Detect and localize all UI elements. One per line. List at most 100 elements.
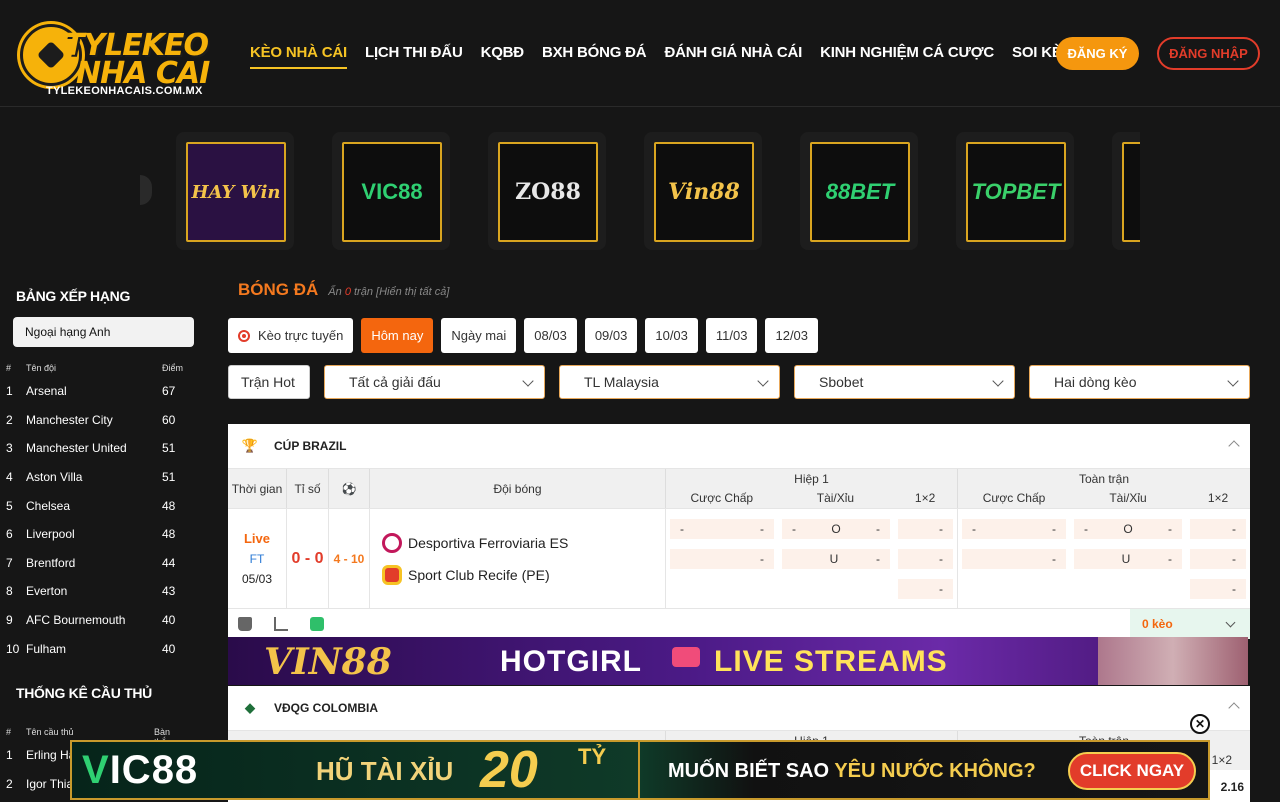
odds-cell[interactable]: U-: [782, 548, 890, 569]
carousel-item-88bet[interactable]: 88BET: [800, 132, 918, 250]
playstation-icon: ⚽: [329, 469, 370, 508]
tab-1003[interactable]: 10/03: [645, 318, 698, 353]
odds-cell[interactable]: --: [962, 518, 1066, 539]
odds-cell[interactable]: -O-: [1074, 518, 1182, 539]
row-points: 48: [162, 527, 176, 542]
home-team[interactable]: Desportiva Ferroviaria ES: [382, 532, 665, 553]
live-status: Live: [243, 531, 270, 546]
tab-tomorrow[interactable]: Ngày mai: [441, 318, 517, 353]
match-row[interactable]: Live FT 05/03 0 - 0 4 - 10 Desportiva Fe…: [228, 508, 1250, 608]
row-team: AFC Bournemouth: [26, 613, 126, 628]
league-header[interactable]: ◆ VĐQG COLOMBIA: [228, 686, 1250, 730]
tab-live[interactable]: Kèo trực tuyến: [228, 318, 354, 353]
video-camera-icon: [672, 647, 700, 667]
standings-row[interactable]: 1 Arsenal 67: [0, 377, 210, 406]
odds-half: --- -O-U- ---: [666, 509, 958, 608]
carousel-item-partial[interactable]: [1112, 132, 1140, 250]
tab-0903[interactable]: 09/03: [584, 318, 638, 353]
match-time: Live FT 05/03: [228, 509, 287, 608]
league-select[interactable]: Ngoại hạng Anh: [13, 317, 194, 347]
nav-bxh[interactable]: BXH BÓNG ĐÁ: [542, 44, 647, 69]
league-filter[interactable]: Tất cả giải đấu: [324, 365, 545, 399]
login-button[interactable]: ĐĂNG NHẬP: [1157, 37, 1260, 70]
full-label: Toàn trận: [1078, 471, 1130, 486]
hidden-matches-note[interactable]: Ẩn 0 trận [Hiển thị tất cả]: [328, 286, 449, 298]
standings-row[interactable]: 8 Everton 43: [0, 577, 210, 606]
col-rank: #: [6, 363, 12, 373]
banner-hu-tai-xiu: HŨ TÀI XỈU: [316, 756, 454, 786]
half-time-score: 4 - 10: [329, 509, 370, 608]
away-team[interactable]: Sport Club Recife (PE): [382, 564, 665, 585]
row-rank: 6: [6, 527, 13, 542]
row-points: 67: [162, 384, 176, 399]
vin88-logo: VIN88: [264, 641, 392, 683]
col-player: Tên cầu thủ: [26, 726, 74, 737]
standings-row[interactable]: 7 Brentford 44: [0, 549, 210, 578]
standings-row[interactable]: 5 Chelsea 48: [0, 491, 210, 520]
vic88-sticky-banner[interactable]: VIC88 HŨ TÀI XỈU 20 TỶ MUỐN BIẾT SAO YÊU…: [70, 740, 1210, 800]
nav-keo-nha-cai[interactable]: KÈO NHÀ CÁI: [250, 44, 347, 69]
lines-filter[interactable]: Hai dòng kèo: [1029, 365, 1250, 399]
col-handicap: Cược Chấp: [982, 491, 1046, 506]
standings-row[interactable]: 4 Aston Villa 51: [0, 463, 210, 492]
standings-row[interactable]: 6 Liverpool 48: [0, 520, 210, 549]
bookmaker-filter[interactable]: Sbobet: [794, 365, 1015, 399]
row-team: Manchester City: [26, 412, 113, 427]
click-now-button[interactable]: CLICK NGAY: [1068, 752, 1196, 790]
stats-icon[interactable]: [274, 616, 288, 631]
col-1x2: 1×2: [1211, 753, 1232, 768]
chevron-up-icon[interactable]: [1228, 702, 1240, 714]
register-button[interactable]: ĐĂNG KÝ: [1056, 37, 1139, 70]
carousel-item-zo88[interactable]: ZO88: [488, 132, 606, 250]
league-header[interactable]: 🏆 CÚP BRAZIL: [228, 424, 1250, 468]
odds-cell[interactable]: U-: [1074, 548, 1182, 569]
hot-matches-button[interactable]: Trận Hot: [228, 365, 310, 399]
col-ou: Tài/Xỉu: [1109, 491, 1147, 506]
banner-live-streams: LIVE STREAMS: [714, 645, 948, 678]
nav-kqbd[interactable]: KQBĐ: [481, 44, 525, 69]
chevron-down-icon: [1225, 617, 1236, 628]
check-icon[interactable]: [310, 616, 324, 631]
standings-row[interactable]: 10 Fulham 40: [0, 634, 210, 663]
odds-cell[interactable]: -: [898, 518, 953, 539]
odds-count-toggle[interactable]: 0 kèo: [1130, 609, 1250, 639]
standings-row[interactable]: 9 AFC Bournemouth 40: [0, 606, 210, 635]
carousel-item-haywin[interactable]: HAY Win: [176, 132, 294, 250]
tab-1203[interactable]: 12/03: [765, 318, 819, 353]
hidden-count: 0: [344, 286, 351, 298]
chevron-up-icon[interactable]: [1228, 440, 1240, 452]
odds-cell[interactable]: -: [1190, 548, 1246, 569]
odds-cell[interactable]: -: [898, 578, 953, 599]
carousel-item-topbet[interactable]: TOPBET: [956, 132, 1074, 250]
odds-cell[interactable]: -: [1190, 578, 1246, 599]
row-rank: 10: [6, 641, 20, 656]
odds-cell[interactable]: -O-: [782, 518, 890, 539]
show-all-link[interactable]: trận [Hiển thị tất cả]: [354, 286, 449, 298]
col-1x2: 1×2: [914, 491, 936, 506]
standings-header: # Tên đội Điểm: [0, 363, 210, 377]
odds-cell[interactable]: -: [1190, 518, 1246, 539]
tab-0803[interactable]: 08/03: [524, 318, 577, 353]
tab-today[interactable]: Hôm nay: [361, 318, 434, 353]
jersey-icon[interactable]: [238, 616, 252, 631]
lines-value: Hai dòng kèo: [1054, 374, 1137, 390]
hidden-prefix: Ẩn: [328, 286, 342, 298]
tab-1103[interactable]: 11/03: [705, 318, 758, 353]
nav-lich-thi-dau[interactable]: LỊCH THI ĐẤU: [365, 44, 463, 69]
odds-type-filter[interactable]: TL Malaysia: [559, 365, 780, 399]
carousel-item-vin88[interactable]: Vin88: [644, 132, 762, 250]
odds-cell[interactable]: -: [962, 548, 1066, 569]
odds-cell[interactable]: --: [670, 518, 774, 539]
carousel-item-vic88[interactable]: VIC88: [332, 132, 450, 250]
standings-row[interactable]: 3 Manchester United 51: [0, 434, 210, 463]
row-points: 44: [162, 555, 176, 570]
odds-cell[interactable]: -: [670, 548, 774, 569]
site-logo[interactable]: TYLEKEO NHA CAI TYLEKEONHACAIS.COM.MX: [18, 12, 222, 100]
vin88-banner[interactable]: VIN88 HOTGIRL LIVE STREAMS: [228, 637, 1248, 685]
odds-cell[interactable]: -: [898, 548, 953, 569]
close-icon[interactable]: ✕: [1190, 714, 1210, 734]
nav-danh-gia[interactable]: ĐÁNH GIÁ NHÀ CÁI: [664, 44, 802, 69]
odds-value[interactable]: 2.16: [1221, 780, 1244, 794]
nav-kinh-nghiem[interactable]: KINH NGHIỆM CÁ CƯỢC: [820, 44, 994, 69]
standings-row[interactable]: 2 Manchester City 60: [0, 406, 210, 435]
